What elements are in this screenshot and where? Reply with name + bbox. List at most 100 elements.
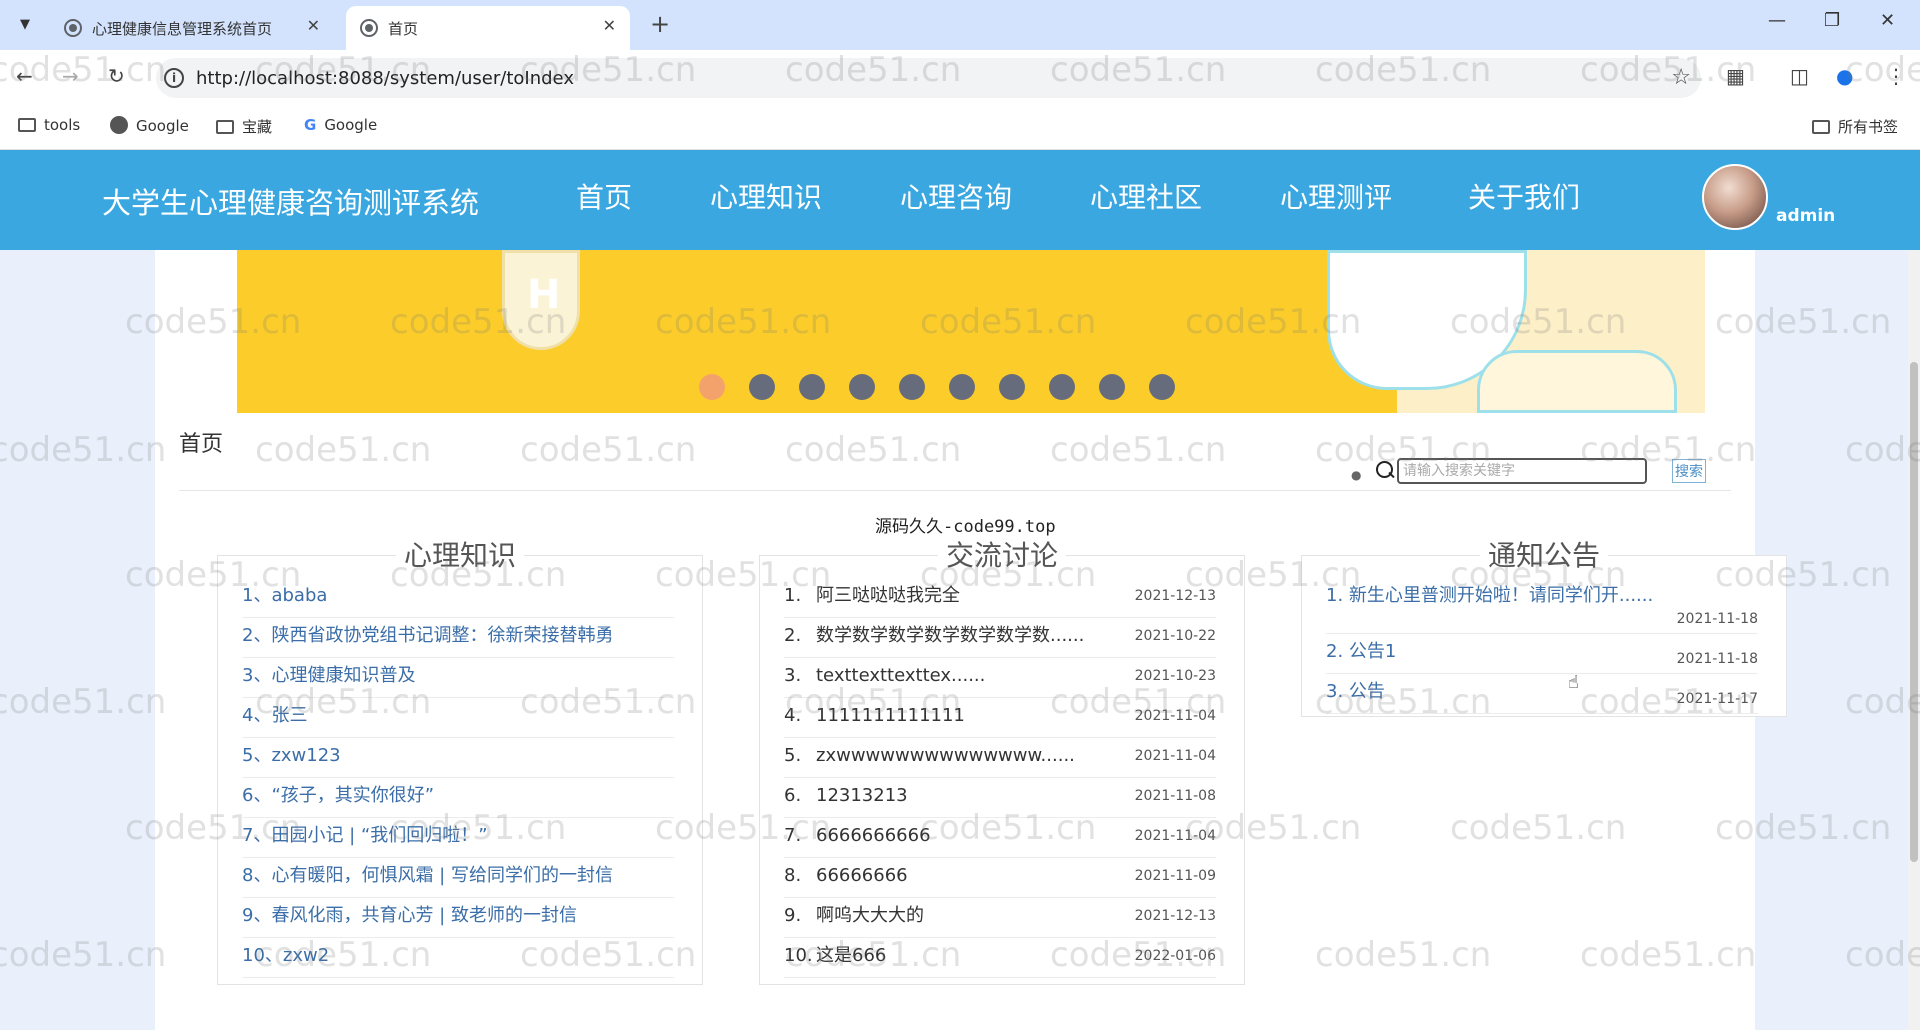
- nav-home[interactable]: 首页: [576, 176, 632, 216]
- address-bar[interactable]: i http://localhost:8088/system/user/toIn…: [156, 58, 1701, 98]
- carousel-dot[interactable]: [949, 374, 975, 400]
- bookmark-baozang[interactable]: 宝藏: [216, 116, 272, 137]
- watermark-text: code51.cn: [0, 682, 167, 722]
- list-item[interactable]: 7. 6666666666 2021-11-04: [784, 818, 1216, 858]
- reload-icon[interactable]: ↻: [108, 64, 125, 88]
- nav-knowledge[interactable]: 心理知识: [710, 176, 822, 216]
- tab-close-icon[interactable]: ✕: [307, 16, 320, 35]
- discussion-link[interactable]: 啊呜大大大的: [816, 905, 924, 926]
- list-item[interactable]: 1. 阿三哒哒哒我完全 2021-12-13: [784, 578, 1216, 618]
- notice-link[interactable]: 3. 公告: [1326, 681, 1385, 702]
- all-bookmarks[interactable]: 所有书签: [1812, 116, 1898, 137]
- url-text[interactable]: http://localhost:8088/system/user/toInde…: [196, 68, 574, 89]
- discussion-link[interactable]: 66666666: [816, 865, 908, 886]
- nav-about[interactable]: 关于我们: [1468, 176, 1580, 216]
- list-item[interactable]: 6、“孩子，其实你很好”: [242, 778, 674, 818]
- site-header: 大学生心理健康咨询测评系统 首页 心理知识 心理咨询 心理社区 心理测评 关于我…: [0, 150, 1920, 250]
- list-item[interactable]: 8、心有暖阳，何惧风霜 | 写给同学们的一封信: [242, 858, 674, 898]
- discussion-link[interactable]: zxwwwwwwwwwwwwww......: [816, 745, 1075, 766]
- knowledge-link[interactable]: 5、zxw123: [242, 745, 341, 766]
- user-name[interactable]: admin: [1776, 206, 1835, 226]
- knowledge-link[interactable]: 6、“孩子，其实你很好”: [242, 785, 434, 806]
- search-button[interactable]: 搜索: [1672, 459, 1706, 483]
- site-title[interactable]: 大学生心理健康咨询测评系统: [102, 180, 479, 222]
- tab-search-chevron-icon[interactable]: ▼: [12, 12, 38, 38]
- discussion-link[interactable]: 这是666: [816, 945, 886, 966]
- list-item[interactable]: 5、zxw123: [242, 738, 674, 778]
- knowledge-link[interactable]: 2、陕西省政协党组书记调整：徐新荣接替韩勇: [242, 625, 613, 646]
- scrollbar-thumb[interactable]: [1910, 362, 1918, 862]
- new-tab-plus-icon[interactable]: +: [650, 10, 670, 38]
- knowledge-link[interactable]: 10、zxw2: [242, 945, 329, 966]
- knowledge-link[interactable]: 7、田园小记 | “我们回归啦！”: [242, 825, 488, 846]
- close-window-icon[interactable]: ✕: [1880, 10, 1895, 31]
- browser-tab-inactive[interactable]: 心理健康信息管理系统首页 ✕: [50, 6, 334, 50]
- knowledge-link[interactable]: 4、张三: [242, 705, 307, 726]
- knowledge-link[interactable]: 9、春风化雨，共育心芳 | 致老师的一封信: [242, 905, 577, 926]
- list-item[interactable]: 8. 66666666 2021-11-09: [784, 858, 1216, 898]
- list-item[interactable]: 2、陕西省政协党组书记调整：徐新荣接替韩勇: [242, 618, 674, 658]
- carousel-dot[interactable]: [749, 374, 775, 400]
- list-item[interactable]: 3、心理健康知识普及: [242, 658, 674, 698]
- item-date: 2021-12-13: [1134, 588, 1216, 604]
- carousel-dot[interactable]: [1099, 374, 1125, 400]
- list-item[interactable]: 7、田园小记 | “我们回归啦！”: [242, 818, 674, 858]
- forward-arrow-icon[interactable]: →: [62, 64, 79, 88]
- browser-tab-active[interactable]: 首页 ✕: [346, 6, 630, 50]
- bookmark-google-2[interactable]: G Google: [304, 116, 377, 134]
- list-item[interactable]: 6. 12313213 2021-11-08: [784, 778, 1216, 818]
- knowledge-link[interactable]: 1、ababa: [242, 585, 327, 606]
- nav-consult[interactable]: 心理咨询: [900, 176, 1012, 216]
- notice-link[interactable]: 1. 新生心里普测开始啦！请同学们开......: [1326, 585, 1653, 606]
- list-item[interactable]: 3. 公告 2021-11-17: [1326, 674, 1758, 714]
- list-item[interactable]: 5. zxwwwwwwwwwwwwww...... 2021-11-04: [784, 738, 1216, 778]
- bookmark-star-icon[interactable]: ☆: [1671, 65, 1691, 90]
- item-number: 6.: [784, 785, 802, 806]
- list-item[interactable]: 10. 这是666 2022-01-06: [784, 938, 1216, 978]
- search-input[interactable]: [1397, 458, 1647, 484]
- menu-kebab-icon[interactable]: ⋮: [1886, 64, 1906, 88]
- discussion-link[interactable]: texttexttexttex......: [816, 665, 985, 686]
- knowledge-link[interactable]: 3、心理健康知识普及: [242, 665, 415, 686]
- list-item[interactable]: 1、ababa: [242, 578, 674, 618]
- list-item[interactable]: 3. texttexttexttex...... 2021-10-23: [784, 658, 1216, 698]
- discussion-link[interactable]: 数学数学数学数学数学数学数......: [816, 625, 1084, 646]
- item-number: 1.: [784, 585, 802, 606]
- bookmark-tools[interactable]: tools: [18, 116, 80, 134]
- page-scrollbar[interactable]: [1908, 250, 1920, 1030]
- tab-close-icon[interactable]: ✕: [603, 16, 616, 35]
- knowledge-link[interactable]: 8、心有暖阳，何惧风霜 | 写给同学们的一封信: [242, 865, 613, 886]
- discussion-link[interactable]: 1111111111111: [816, 705, 965, 726]
- back-arrow-icon[interactable]: ←: [16, 64, 33, 88]
- list-item[interactable]: 9、春风化雨，共育心芳 | 致老师的一封信: [242, 898, 674, 938]
- bookmark-google[interactable]: Google: [110, 116, 189, 135]
- discussion-link[interactable]: 6666666666: [816, 825, 931, 846]
- list-item[interactable]: 2. 公告1 2021-11-18: [1326, 634, 1758, 674]
- restore-icon[interactable]: ❐: [1824, 10, 1840, 31]
- discussion-link[interactable]: 12313213: [816, 785, 908, 806]
- carousel-dot[interactable]: [999, 374, 1025, 400]
- list-item[interactable]: 1. 新生心里普测开始啦！请同学们开...... 2021-11-18: [1326, 578, 1758, 634]
- site-info-icon[interactable]: i: [164, 68, 184, 88]
- side-panel-icon[interactable]: ◫: [1790, 64, 1809, 88]
- extensions-icon[interactable]: ▦: [1726, 64, 1745, 88]
- list-item[interactable]: 2. 数学数学数学数学数学数学数...... 2021-10-22: [784, 618, 1216, 658]
- minimize-icon[interactable]: —: [1768, 10, 1786, 31]
- carousel-dot[interactable]: [899, 374, 925, 400]
- carousel-dot[interactable]: [799, 374, 825, 400]
- list-item[interactable]: 4. 1111111111111 2021-11-04: [784, 698, 1216, 738]
- notice-link[interactable]: 2. 公告1: [1326, 641, 1396, 662]
- discussion-link[interactable]: 阿三哒哒哒我完全: [816, 585, 960, 606]
- carousel-dot[interactable]: [849, 374, 875, 400]
- list-item[interactable]: 9. 啊呜大大大的 2021-12-13: [784, 898, 1216, 938]
- nav-community[interactable]: 心理社区: [1090, 176, 1202, 216]
- list-item[interactable]: 4、张三: [242, 698, 674, 738]
- avatar[interactable]: [1702, 164, 1768, 230]
- carousel-dot[interactable]: [1049, 374, 1075, 400]
- carousel-dot[interactable]: [699, 374, 725, 400]
- list-item[interactable]: 10、zxw2: [242, 938, 674, 978]
- carousel-banner[interactable]: H: [237, 250, 1705, 413]
- nav-assessment[interactable]: 心理测评: [1280, 176, 1392, 216]
- profile-icon[interactable]: ●: [1836, 64, 1853, 88]
- carousel-dot[interactable]: [1149, 374, 1175, 400]
